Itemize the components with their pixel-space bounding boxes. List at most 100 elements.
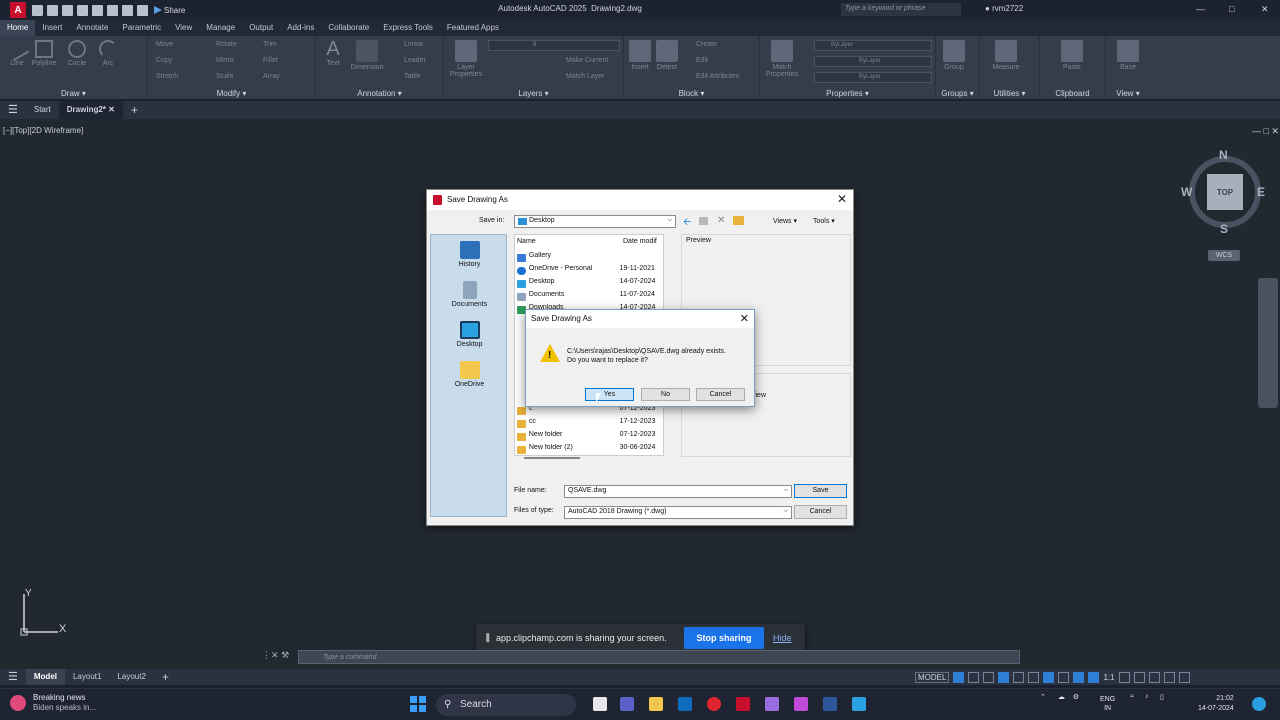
utilities-group-label[interactable]: Utilities ▾ [980,89,1039,98]
autocad-logo-icon[interactable]: A [10,2,26,18]
dialog-close-icon[interactable]: ✕ [837,192,847,206]
fullscreen-icon[interactable] [1163,671,1175,683]
confirm-title-bar[interactable]: Save Drawing As [526,310,754,328]
annotation-group-label[interactable]: Annotation ▾ [316,89,443,98]
tab-view[interactable]: View [168,20,199,36]
layer-dropdown[interactable]: 0 [488,40,620,51]
tab-layout2[interactable]: Layout2 [109,669,153,685]
close-window-button[interactable]: ✕ [1261,4,1269,15]
linear-dimension-tool[interactable]: Linear [404,41,423,48]
linetype-dropdown[interactable]: ByLayer [814,56,932,67]
line-tool[interactable]: Line [4,36,30,67]
redo-icon[interactable] [137,4,148,16]
file-explorer-icon[interactable] [649,697,663,711]
clipboard-group-label[interactable]: Clipboard [1040,89,1105,98]
up-folder-icon[interactable] [699,217,708,225]
help-search-input[interactable]: Type a keyword or phrase [841,3,961,16]
text-tool[interactable]: A Text [320,38,346,67]
back-arrow-icon[interactable]: 🡨 [683,215,691,232]
add-layout-button[interactable]: + [154,669,177,685]
user-account[interactable]: ● rvm2722 [985,4,1023,13]
word-icon[interactable] [823,697,837,711]
layout-menu-icon[interactable]: ☰ [0,669,26,685]
tab-layout1[interactable]: Layout1 [65,669,109,685]
stop-sharing-button[interactable]: Stop sharing [684,627,764,649]
save-as-icon[interactable] [77,4,88,16]
tab-express-tools[interactable]: Express Tools [376,20,440,36]
object-snap-tracking-icon[interactable] [1028,671,1040,683]
tab-home[interactable]: Home [0,20,36,36]
no-button[interactable]: No [641,388,690,401]
edge-icon[interactable] [852,697,866,711]
horizontal-scrollbar[interactable] [524,457,580,459]
fillet-tool[interactable]: Fillet [263,57,278,64]
viewcube-top-face[interactable]: TOP [1207,174,1243,210]
leader-tool[interactable]: Leader [404,57,426,64]
lineweight-toggle-icon[interactable] [1058,671,1070,683]
maximize-button[interactable]: □ [1229,4,1234,14]
places-history[interactable]: History [431,241,508,268]
places-documents[interactable]: Documents [431,281,508,308]
color-dropdown[interactable]: ByLayer [814,40,932,51]
edit-block-tool[interactable]: Edit [696,57,708,64]
tab-output[interactable]: Output [242,20,280,36]
rotate-tool[interactable]: Rotate [216,41,237,48]
polar-toggle-icon[interactable] [998,671,1010,683]
list-item[interactable]: Gallery [517,252,663,264]
viewport-window-controls[interactable]: — □ ✕ [1252,126,1279,137]
save-button[interactable]: Save [794,484,847,498]
onedrive-tray-icon[interactable]: ☁ [1058,694,1065,701]
volume-icon[interactable]: ♪ [1145,693,1149,700]
views-menu[interactable]: Views ▾ [773,217,797,225]
places-onedrive[interactable]: OneDrive [431,361,508,388]
list-item[interactable]: Desktop 14-07-2024 [517,278,663,290]
close-tab-icon[interactable]: ✕ [108,105,115,114]
customization-icon[interactable] [1178,671,1190,683]
insert-block-tool[interactable]: Insert [626,40,654,71]
dimension-tool[interactable]: Dimension [346,40,388,71]
clipchamp-icon[interactable] [765,697,779,711]
photos-icon[interactable] [794,697,808,711]
battery-icon[interactable]: ▯ [1160,693,1164,701]
grid-toggle-icon[interactable] [953,671,965,683]
tab-addins[interactable]: Add-ins [280,20,321,36]
layers-group-label[interactable]: Layers ▾ [444,89,623,98]
arc-tool[interactable]: Arc [96,40,120,67]
scale-tool[interactable]: Scale [216,73,234,80]
match-properties-tool[interactable]: Match Properties [762,40,802,78]
tab-drawing2[interactable]: Drawing2* ✕ [58,101,123,119]
compass-north[interactable]: N [1219,148,1228,162]
tab-parametric[interactable]: Parametric [115,20,168,36]
windows-start-icon[interactable] [410,696,426,712]
block-group-label[interactable]: Block ▾ [624,89,759,98]
draw-group-label[interactable]: Draw ▾ [0,89,147,98]
group-tool[interactable]: Group [940,40,968,71]
ortho-toggle-icon[interactable] [983,671,995,683]
units-icon[interactable] [1133,671,1145,683]
copy-tool[interactable]: Copy [156,57,172,64]
outlook-icon[interactable] [678,697,692,711]
save-icon[interactable] [62,4,73,16]
yes-button[interactable]: Yes [585,388,634,401]
stretch-tool[interactable]: Stretch [156,73,178,80]
column-name-header[interactable]: Name [517,238,536,245]
polyline-tool[interactable]: Polyline [28,40,60,67]
auto-scale-icon[interactable] [1088,671,1100,683]
wifi-icon[interactable]: ≈ [1130,693,1134,700]
new-tab-button[interactable]: + [123,101,146,119]
tab-insert[interactable]: Insert [35,20,69,36]
confirm-close-icon[interactable]: ✕ [740,312,749,325]
table-tool[interactable]: Table [404,73,421,80]
measure-tool[interactable]: Measure [986,40,1026,71]
layer-properties-tool[interactable]: Layer Properties [446,40,486,78]
lineweight-dropdown[interactable]: ByLayer [814,72,932,83]
confirm-cancel-button[interactable]: Cancel [696,388,745,401]
paste-tool[interactable]: Paste [1054,40,1090,71]
list-item[interactable]: New folder 07-12-2023 [517,431,663,443]
compass-east[interactable]: E [1257,185,1265,199]
trim-tool[interactable]: Trim [263,41,277,48]
edit-attributes-tool[interactable]: Edit Attributes [696,73,739,80]
list-item[interactable]: New folder (2) 30-06-2024 [517,444,663,456]
save-in-dropdown[interactable]: Desktop ⌵ [514,215,676,228]
viewport-controls[interactable]: [−][Top][2D Wireframe] [3,126,83,135]
